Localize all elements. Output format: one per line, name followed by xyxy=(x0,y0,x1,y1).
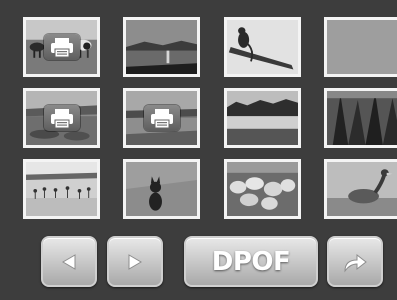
thumbnail-pine-forest[interactable] xyxy=(324,88,397,148)
pine-forest-photo xyxy=(327,91,397,145)
printer-icon xyxy=(43,105,80,131)
thumbnail-goose-on-water[interactable] xyxy=(324,159,397,219)
triangle-left-icon xyxy=(62,253,76,270)
monkey-photo xyxy=(227,20,298,74)
return-button[interactable] xyxy=(327,236,383,287)
thumbnail-monkey-on-branch[interactable] xyxy=(224,17,301,77)
blank-photo xyxy=(327,20,397,74)
previous-button[interactable] xyxy=(41,236,97,287)
birds-photo xyxy=(26,162,97,216)
triangle-right-icon xyxy=(128,253,142,270)
next-button[interactable] xyxy=(107,236,163,287)
goose-photo xyxy=(327,162,397,216)
thumbnail-birds-on-water[interactable] xyxy=(23,159,100,219)
printer-icon xyxy=(143,105,180,131)
thumbnail-fox-in-grass[interactable] xyxy=(123,159,200,219)
thumbnail-blank-gray[interactable] xyxy=(324,17,397,77)
lake-sunset-photo xyxy=(126,20,197,74)
dpof-button[interactable]: DPOF xyxy=(184,236,318,287)
sheep-photo xyxy=(227,162,298,216)
lake-forest-photo xyxy=(227,91,298,145)
dpof-label: DPOF xyxy=(211,246,291,277)
thumbnail-lake-sunset[interactable] xyxy=(123,17,200,77)
curved-arrow-icon xyxy=(344,253,367,273)
thumbnail-lake-reeds[interactable] xyxy=(123,88,200,148)
printer-icon xyxy=(43,34,80,60)
thumbnail-lake-shore[interactable] xyxy=(23,88,100,148)
thumbnail-sheep-flock[interactable] xyxy=(224,159,301,219)
thumbnail-cows-in-field[interactable] xyxy=(23,17,100,77)
thumbnail-lake-forest[interactable] xyxy=(224,88,301,148)
fox-photo xyxy=(126,162,197,216)
